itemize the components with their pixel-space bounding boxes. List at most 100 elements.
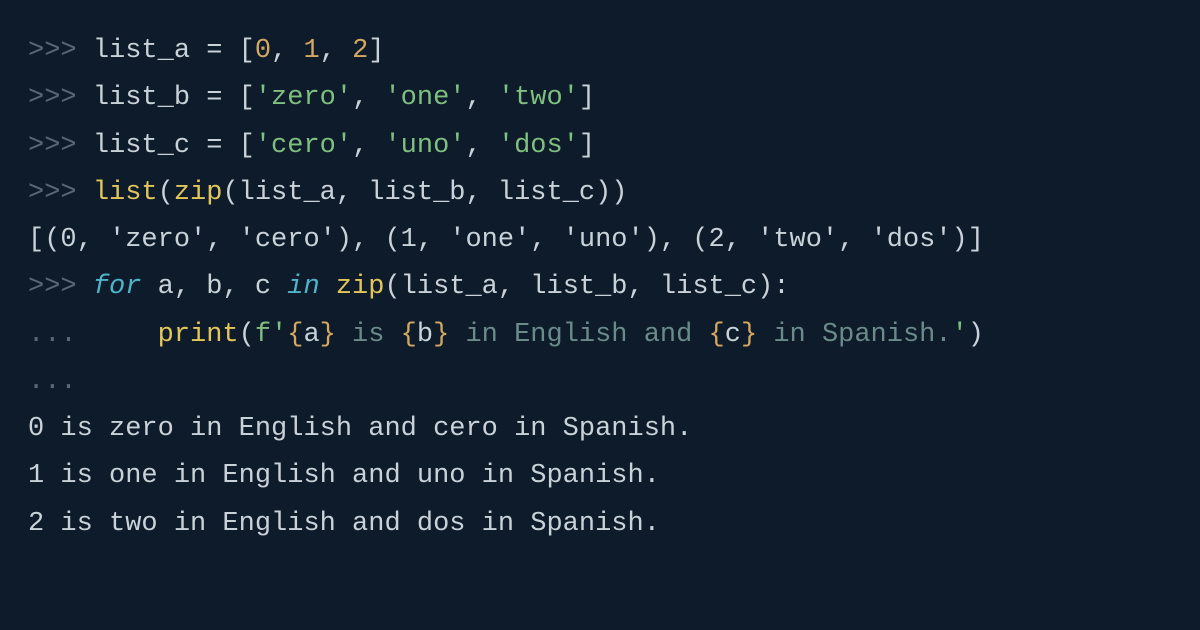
repl-continuation: ... — [28, 367, 77, 397]
bracket-open: [ — [239, 131, 255, 161]
bracket-close: ] — [579, 83, 595, 113]
function-call: zip — [174, 178, 223, 208]
string: 'one' — [384, 83, 465, 113]
repl-prompt: >>> — [28, 131, 93, 161]
space — [141, 272, 157, 302]
code-line-4: >>> list(zip(list_a, list_b, list_c)) — [28, 170, 1172, 217]
bracket-open: [ — [239, 36, 255, 66]
code-line-7: ... print(f'{a} is {b} in English and {c… — [28, 312, 1172, 359]
variable: list_c — [660, 272, 757, 302]
code-line-6: >>> for a, b, c in zip(list_a, list_b, l… — [28, 264, 1172, 311]
fstring-var: b — [417, 320, 433, 350]
bracket-close: ] — [368, 36, 384, 66]
keyword-for: for — [93, 272, 142, 302]
output-line-1: [(0, 'zero', 'cero'), (1, 'one', 'uno'),… — [28, 217, 1172, 264]
space — [222, 83, 238, 113]
fstring-brace: } — [320, 320, 336, 350]
variable: list_c — [498, 178, 595, 208]
bracket-open: [ — [239, 83, 255, 113]
space — [320, 272, 336, 302]
paren-open: ( — [222, 178, 238, 208]
comma: , — [498, 272, 530, 302]
fstring-var: c — [725, 320, 741, 350]
space — [190, 83, 206, 113]
paren-close: ): — [757, 272, 789, 302]
string: 'two' — [498, 83, 579, 113]
fstring-brace: } — [741, 320, 757, 350]
repl-output: [(0, 'zero', 'cero'), (1, 'one', 'uno'),… — [28, 225, 984, 255]
function-call: print — [158, 320, 239, 350]
string: 'dos' — [498, 131, 579, 161]
string: 'uno' — [384, 131, 465, 161]
variable: list_a — [239, 178, 336, 208]
space — [222, 131, 238, 161]
fstring-var: a — [303, 320, 319, 350]
paren-close: )) — [595, 178, 627, 208]
function-call: zip — [336, 272, 385, 302]
space — [190, 36, 206, 66]
quote: ' — [271, 320, 287, 350]
paren-open: ( — [239, 320, 255, 350]
paren-open: ( — [158, 178, 174, 208]
quote: ' — [952, 320, 968, 350]
code-line-2: >>> list_b = ['zero', 'one', 'two'] — [28, 75, 1172, 122]
code-line-8: ... — [28, 359, 1172, 406]
variable: list_a — [93, 36, 190, 66]
repl-prompt: >>> — [28, 272, 93, 302]
variable: list_b — [93, 83, 190, 113]
space — [271, 272, 287, 302]
variable: list_b — [530, 272, 627, 302]
repl-prompt: >>> — [28, 83, 93, 113]
output-line-2: 0 is zero in English and cero in Spanish… — [28, 406, 1172, 453]
repl-output: 2 is two in English and dos in Spanish. — [28, 509, 660, 539]
string: 'zero' — [255, 83, 352, 113]
fstring-prefix: f — [255, 320, 271, 350]
fstring-text: in Spanish. — [757, 320, 951, 350]
fstring-brace: { — [709, 320, 725, 350]
keyword-in: in — [287, 272, 319, 302]
paren-close: ) — [968, 320, 984, 350]
function-call: list — [93, 178, 158, 208]
comma: , — [174, 272, 206, 302]
variable: b — [206, 272, 222, 302]
comma: , — [465, 178, 497, 208]
number: 2 — [352, 36, 368, 66]
space — [190, 131, 206, 161]
indent — [93, 320, 158, 350]
variable: c — [255, 272, 271, 302]
comma: , — [465, 83, 497, 113]
operator: = — [206, 131, 222, 161]
comma: , — [628, 272, 660, 302]
number: 0 — [255, 36, 271, 66]
fstring-text: in English and — [449, 320, 708, 350]
string: 'cero' — [255, 131, 352, 161]
paren-open: ( — [384, 272, 400, 302]
repl-prompt: >>> — [28, 178, 93, 208]
comma: , — [222, 272, 254, 302]
code-line-3: >>> list_c = ['cero', 'uno', 'dos'] — [28, 123, 1172, 170]
variable: a — [158, 272, 174, 302]
comma: , — [320, 36, 352, 66]
bracket-close: ] — [579, 131, 595, 161]
comma: , — [352, 83, 384, 113]
repl-output: 0 is zero in English and cero in Spanish… — [28, 414, 692, 444]
fstring-brace: { — [287, 320, 303, 350]
output-line-3: 1 is one in English and uno in Spanish. — [28, 453, 1172, 500]
repl-prompt: >>> — [28, 36, 93, 66]
operator: = — [206, 83, 222, 113]
fstring-brace: } — [433, 320, 449, 350]
repl-continuation: ... — [28, 320, 93, 350]
variable: list_a — [401, 272, 498, 302]
output-line-4: 2 is two in English and dos in Spanish. — [28, 501, 1172, 548]
comma: , — [271, 36, 303, 66]
space — [222, 36, 238, 66]
operator: = — [206, 36, 222, 66]
variable: list_c — [93, 131, 190, 161]
fstring-text: is — [336, 320, 401, 350]
fstring-brace: { — [401, 320, 417, 350]
variable: list_b — [368, 178, 465, 208]
comma: , — [352, 131, 384, 161]
number: 1 — [303, 36, 319, 66]
code-line-1: >>> list_a = [0, 1, 2] — [28, 28, 1172, 75]
repl-output: 1 is one in English and uno in Spanish. — [28, 461, 660, 491]
